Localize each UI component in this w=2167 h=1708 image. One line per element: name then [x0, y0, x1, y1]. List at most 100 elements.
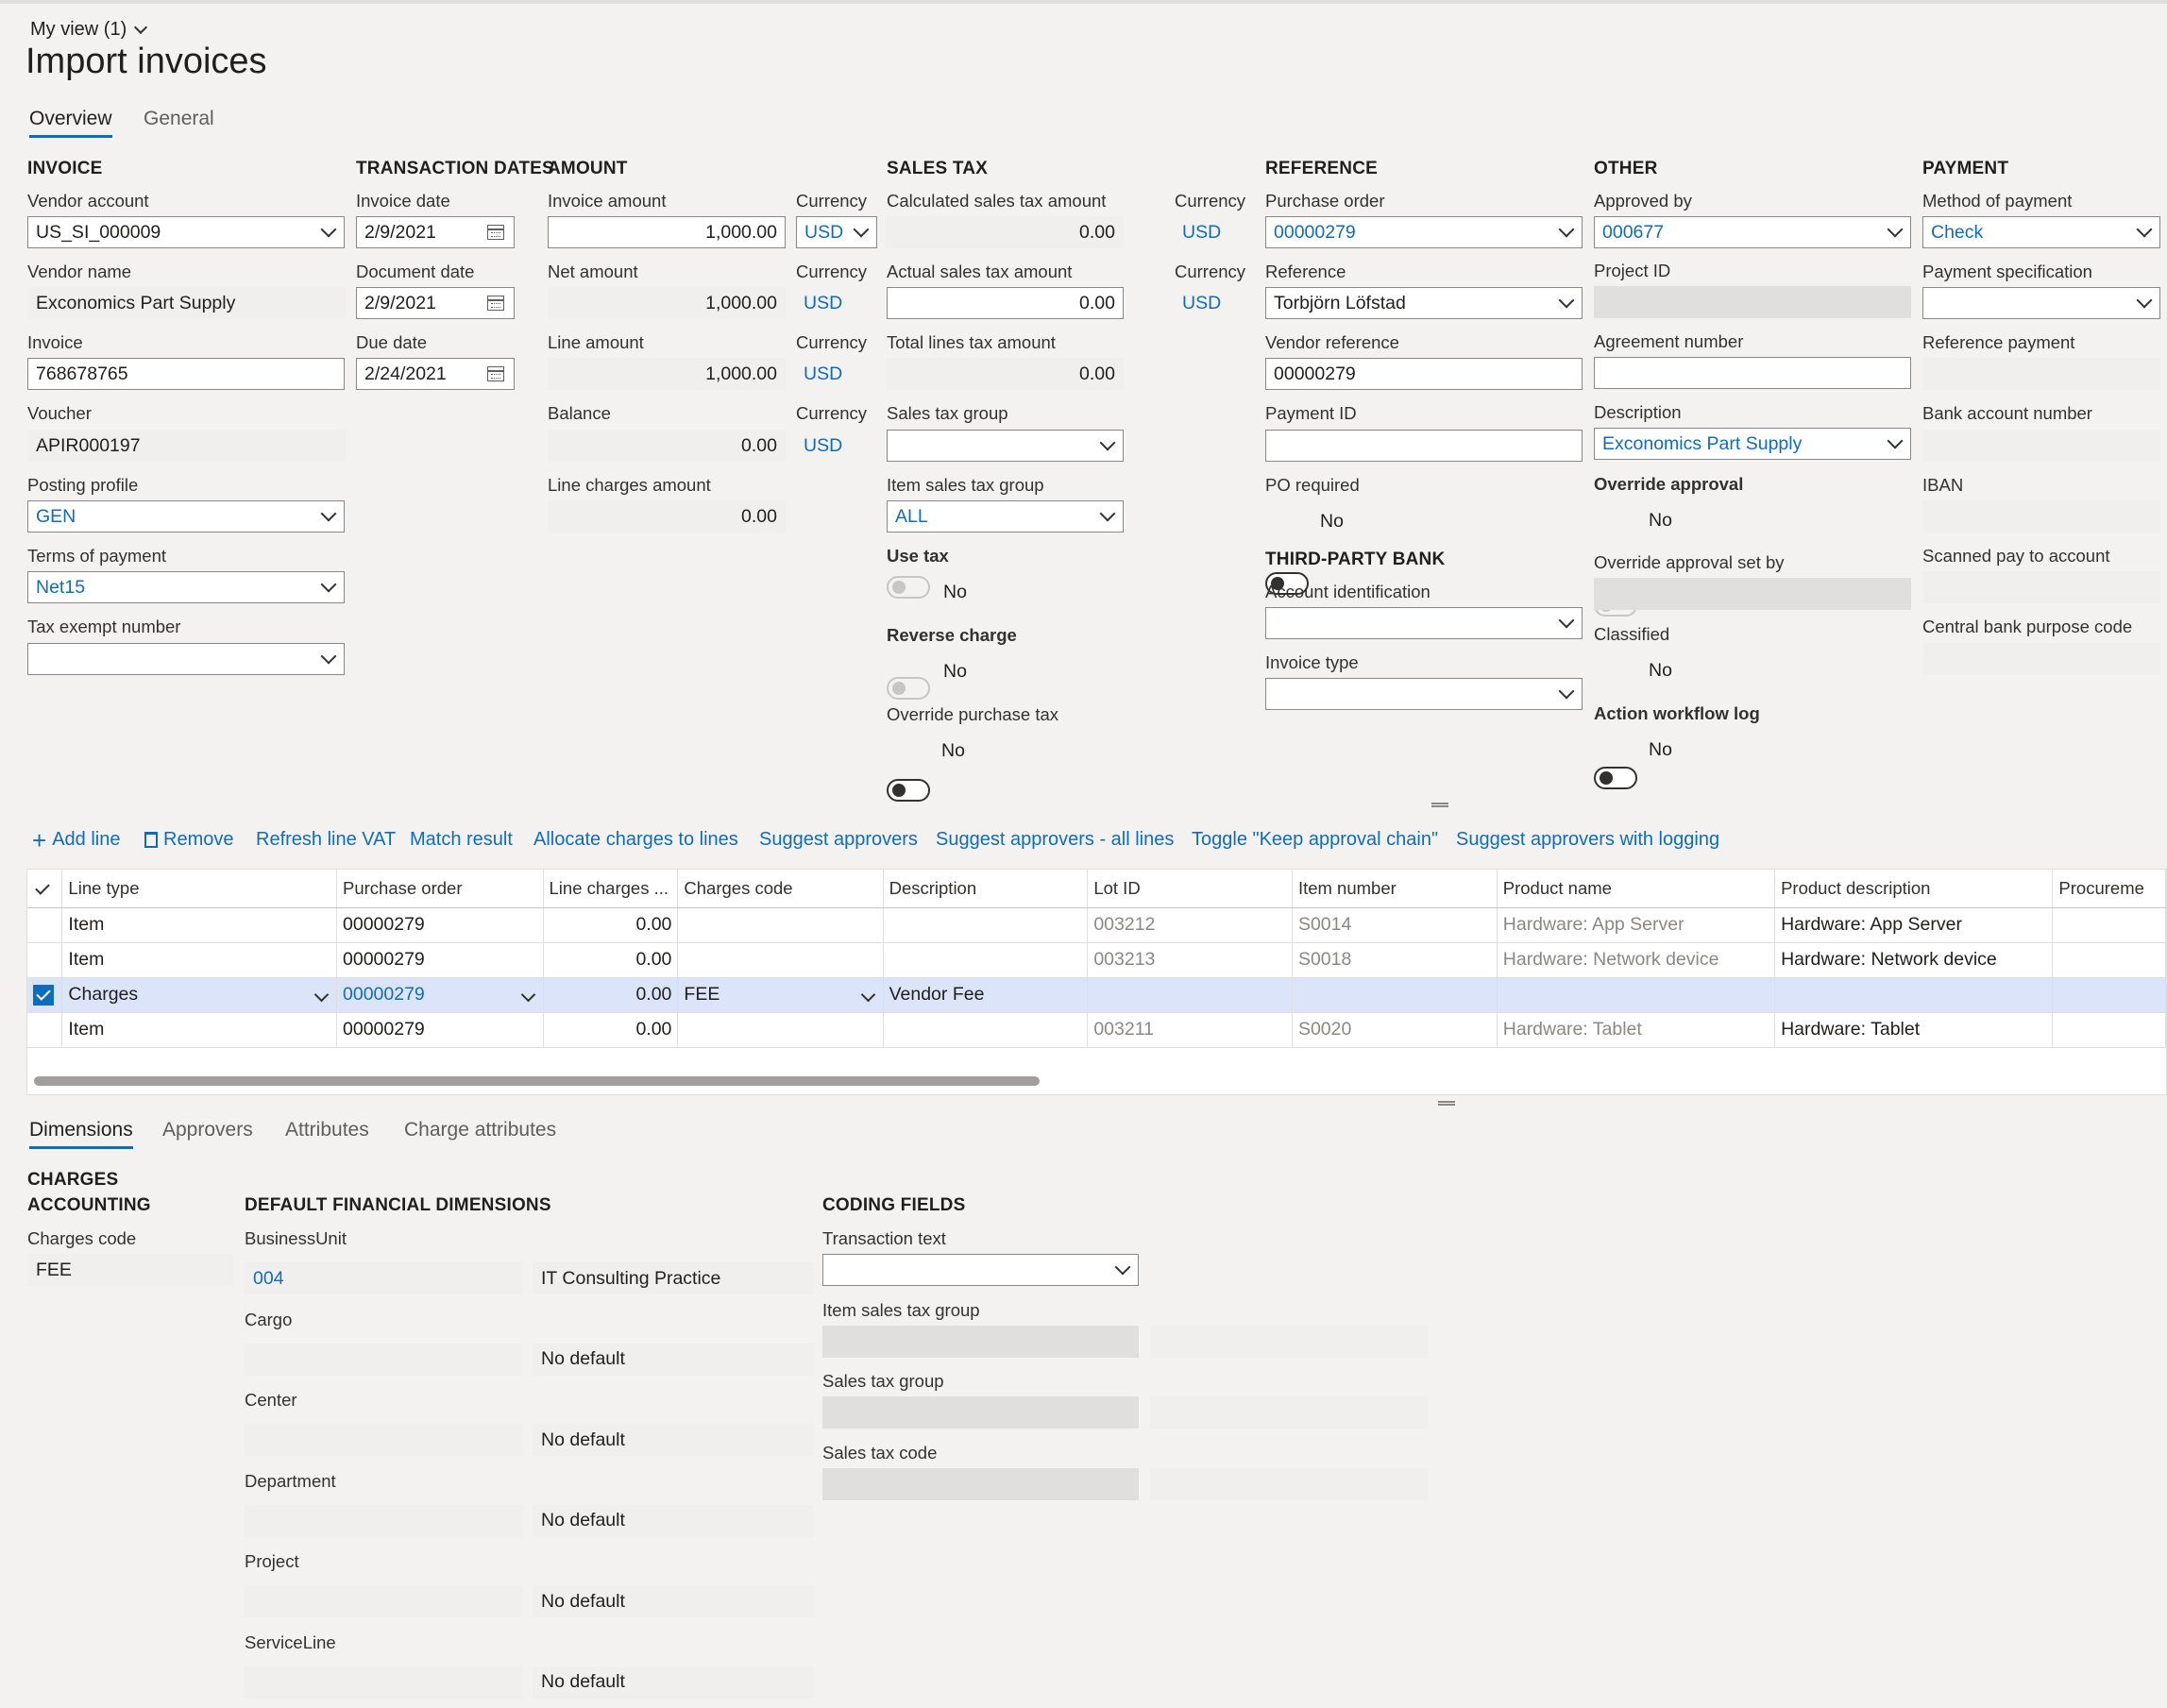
tab-dimensions[interactable]: Dimensions [29, 1119, 133, 1149]
tab-attributes[interactable]: Attributes [285, 1119, 369, 1141]
cell-procurement[interactable] [2052, 1012, 2166, 1048]
posting-profile-field[interactable]: GEN [27, 500, 345, 533]
sales-tax-group-field[interactable] [887, 430, 1124, 462]
cell-procurement[interactable] [2052, 907, 2166, 943]
cell-line-charges[interactable]: 0.00 [543, 1012, 679, 1048]
cell-line-type[interactable]: Item [61, 942, 338, 978]
column-header[interactable]: Description [883, 870, 1089, 908]
row-select[interactable] [27, 1012, 63, 1048]
row-select[interactable] [27, 977, 63, 1013]
column-header[interactable]: Line charges ... [543, 870, 679, 908]
suggest-approvers-logging-button[interactable]: Suggest approvers with logging [1456, 829, 1719, 851]
terms-field[interactable]: Net15 [27, 571, 345, 603]
cell-description[interactable] [883, 907, 1089, 943]
method-of-payment-field[interactable]: Check [1922, 216, 2160, 248]
tab-general[interactable]: General [144, 108, 214, 130]
refresh-line-vat-button[interactable]: Refresh line VAT [256, 829, 396, 851]
cell-purchase-order[interactable]: 00000279 [336, 1012, 544, 1048]
dimension-value-field[interactable]: 004 [245, 1262, 524, 1294]
currency-field[interactable]: USD [796, 216, 877, 248]
select-all-checkbox[interactable] [27, 870, 63, 908]
view-selector[interactable]: My view (1) [30, 19, 148, 41]
column-header[interactable]: Lot ID [1087, 870, 1293, 908]
splitter-handle[interactable] [1438, 1101, 1455, 1106]
add-line-button[interactable]: + Add line [32, 828, 120, 853]
column-header[interactable]: Procureme [2052, 870, 2166, 908]
tab-approvers[interactable]: Approvers [162, 1119, 253, 1141]
cell-purchase-order[interactable]: 00000279 [336, 942, 544, 978]
invoice-amount-field[interactable]: 1,000.00 [548, 216, 786, 248]
cell-description[interactable]: Vendor Fee [883, 977, 1089, 1013]
dimension-value-field[interactable] [245, 1504, 524, 1537]
tax-exempt-field[interactable] [27, 643, 345, 675]
item-tax-group-field[interactable]: ALL [887, 500, 1124, 533]
cell-charges-code[interactable] [677, 942, 884, 978]
table-row[interactable]: Item 00000279 0.00 003213 S0018 Hardware… [27, 942, 2166, 978]
column-header[interactable]: Purchase order [336, 870, 544, 908]
column-header[interactable]: Line type [61, 870, 338, 908]
dimension-value-field[interactable] [245, 1424, 524, 1456]
splitter-handle[interactable] [1431, 803, 1448, 807]
cell-line-charges[interactable]: 0.00 [543, 977, 679, 1013]
cell-purchase-order[interactable]: 00000279 [336, 907, 544, 943]
dimension-value-field[interactable] [245, 1585, 524, 1617]
vendor-reference-field[interactable]: 00000279 [1265, 358, 1583, 390]
agreement-number-field[interactable] [1594, 357, 1911, 389]
match-result-button[interactable]: Match result [410, 829, 513, 851]
invoice-type-field[interactable] [1265, 678, 1583, 710]
remove-button[interactable]: Remove [144, 829, 233, 851]
cell-charges-code[interactable] [677, 907, 884, 943]
tab-overview[interactable]: Overview [29, 108, 112, 138]
invoice-field[interactable]: 768678765 [27, 358, 345, 390]
horizontal-scrollbar[interactable] [34, 1076, 1040, 1086]
cell-purchase-order[interactable]: 00000279 [336, 977, 544, 1013]
cell-description[interactable] [883, 942, 1089, 978]
account-identification-field[interactable] [1265, 607, 1583, 639]
table-row[interactable]: Item 00000279 0.00 003211 S0020 Hardware… [27, 1012, 2166, 1048]
cell-line-type[interactable]: Charges [61, 977, 338, 1013]
calendar-icon[interactable] [487, 296, 504, 311]
column-header[interactable]: Product name [1497, 870, 1776, 908]
calendar-icon[interactable] [487, 366, 504, 381]
actual-tax-field[interactable]: 0.00 [887, 287, 1124, 319]
table-row[interactable]: Item 00000279 0.00 003212 S0014 Hardware… [27, 907, 2166, 943]
cell-line-type[interactable]: Item [61, 907, 338, 943]
reference-field[interactable]: Torbjörn Löfstad [1265, 287, 1583, 319]
purchase-order-field[interactable]: 00000279 [1265, 216, 1583, 248]
toggle-keep-chain-button[interactable]: Toggle "Keep approval chain" [1192, 829, 1438, 851]
column-header[interactable]: Product description [1774, 870, 2054, 908]
row-select[interactable] [27, 942, 63, 978]
suggest-approvers-button[interactable]: Suggest approvers [759, 829, 918, 851]
cell-line-type[interactable]: Item [61, 1012, 338, 1048]
dimension-value-field[interactable] [245, 1666, 524, 1699]
invoice-date-field[interactable]: 2/9/2021 [356, 216, 515, 248]
calendar-icon[interactable] [487, 225, 504, 240]
checkbox-checked-icon[interactable] [33, 984, 54, 1006]
cell-product-description[interactable] [1774, 977, 2054, 1013]
cell-procurement[interactable] [2052, 977, 2166, 1013]
payment-spec-field[interactable] [1922, 287, 2160, 319]
due-date-field[interactable]: 2/24/2021 [356, 358, 515, 390]
column-header[interactable]: Item number [1292, 870, 1498, 908]
suggest-approvers-all-button[interactable]: Suggest approvers - all lines [936, 829, 1174, 851]
dimension-value-field[interactable] [245, 1343, 524, 1376]
document-date-field[interactable]: 2/9/2021 [356, 287, 515, 319]
cell-line-charges[interactable]: 0.00 [543, 942, 679, 978]
cell-charges-code[interactable] [677, 1012, 884, 1048]
vendor-account-field[interactable]: US_SI_000009 [27, 216, 345, 248]
transaction-text-field[interactable] [822, 1254, 1139, 1286]
override-purchase-tax-toggle[interactable] [887, 779, 930, 802]
classified-toggle[interactable] [1594, 767, 1637, 789]
cell-line-charges[interactable]: 0.00 [543, 907, 679, 943]
cell-procurement[interactable] [2052, 942, 2166, 978]
cell-product-description[interactable]: Hardware: App Server [1774, 907, 2054, 943]
cell-product-description[interactable]: Hardware: Network device [1774, 942, 2054, 978]
table-row-selected[interactable]: Charges 00000279 0.00 FEE Vendor Fee [27, 977, 2166, 1013]
row-select[interactable] [27, 907, 63, 943]
cell-charges-code[interactable]: FEE [677, 977, 884, 1013]
description-field[interactable]: Exconomics Part Supply [1594, 428, 1911, 460]
cell-description[interactable] [883, 1012, 1089, 1048]
cell-product-description[interactable]: Hardware: Tablet [1774, 1012, 2054, 1048]
column-header[interactable]: Charges code [677, 870, 884, 908]
allocate-charges-button[interactable]: Allocate charges to lines [533, 829, 738, 851]
